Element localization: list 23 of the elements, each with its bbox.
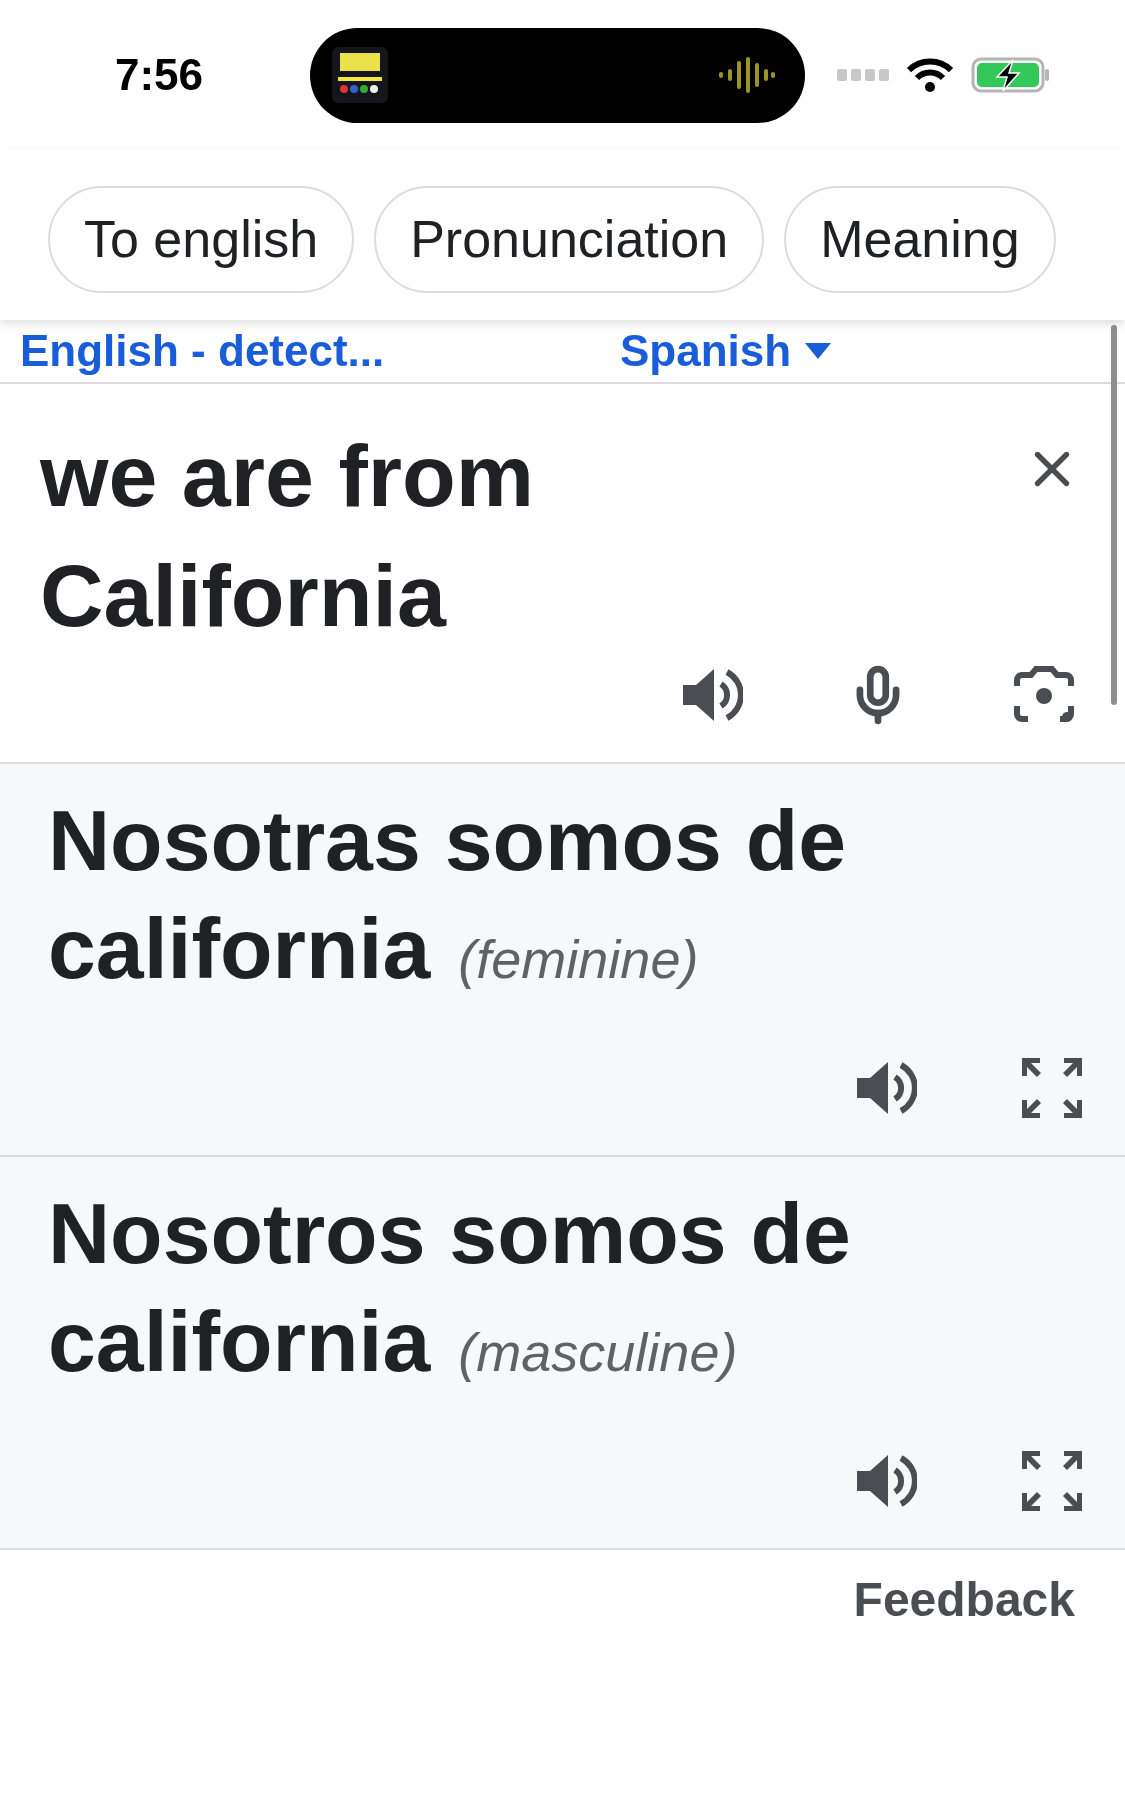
translation-text: Nosotros somos de california (masculine) (48, 1184, 852, 1391)
status-time: 7:56 (115, 50, 205, 100)
signal-icon (837, 69, 889, 81)
waveform-icon (719, 57, 775, 93)
wifi-icon (907, 58, 953, 92)
target-language-button[interactable]: Spanish (620, 326, 832, 376)
caret-icon (805, 343, 832, 359)
source-text-field[interactable]: we are from California (40, 416, 840, 656)
source-language-button[interactable]: English - detect... (20, 326, 620, 376)
speaker-icon (681, 666, 743, 724)
fullscreen-button[interactable] (1019, 1448, 1085, 1514)
fullscreen-icon (1022, 1058, 1082, 1118)
suggestion-chip[interactable]: Meaning (784, 185, 1056, 293)
suggestion-chip[interactable]: Pronunciation (374, 185, 765, 293)
battery-icon (971, 57, 1051, 93)
fullscreen-icon (1022, 1451, 1082, 1511)
speaker-icon (855, 1452, 917, 1510)
feedback-link[interactable]: Feedback (853, 1572, 1075, 1627)
fullscreen-button[interactable] (1019, 1055, 1085, 1121)
camera-icon (1013, 666, 1075, 724)
speaker-icon (855, 1059, 917, 1117)
translation-text: Nosotras somos de california (feminine) (48, 791, 848, 998)
suggestion-chip[interactable]: To english (48, 185, 355, 293)
